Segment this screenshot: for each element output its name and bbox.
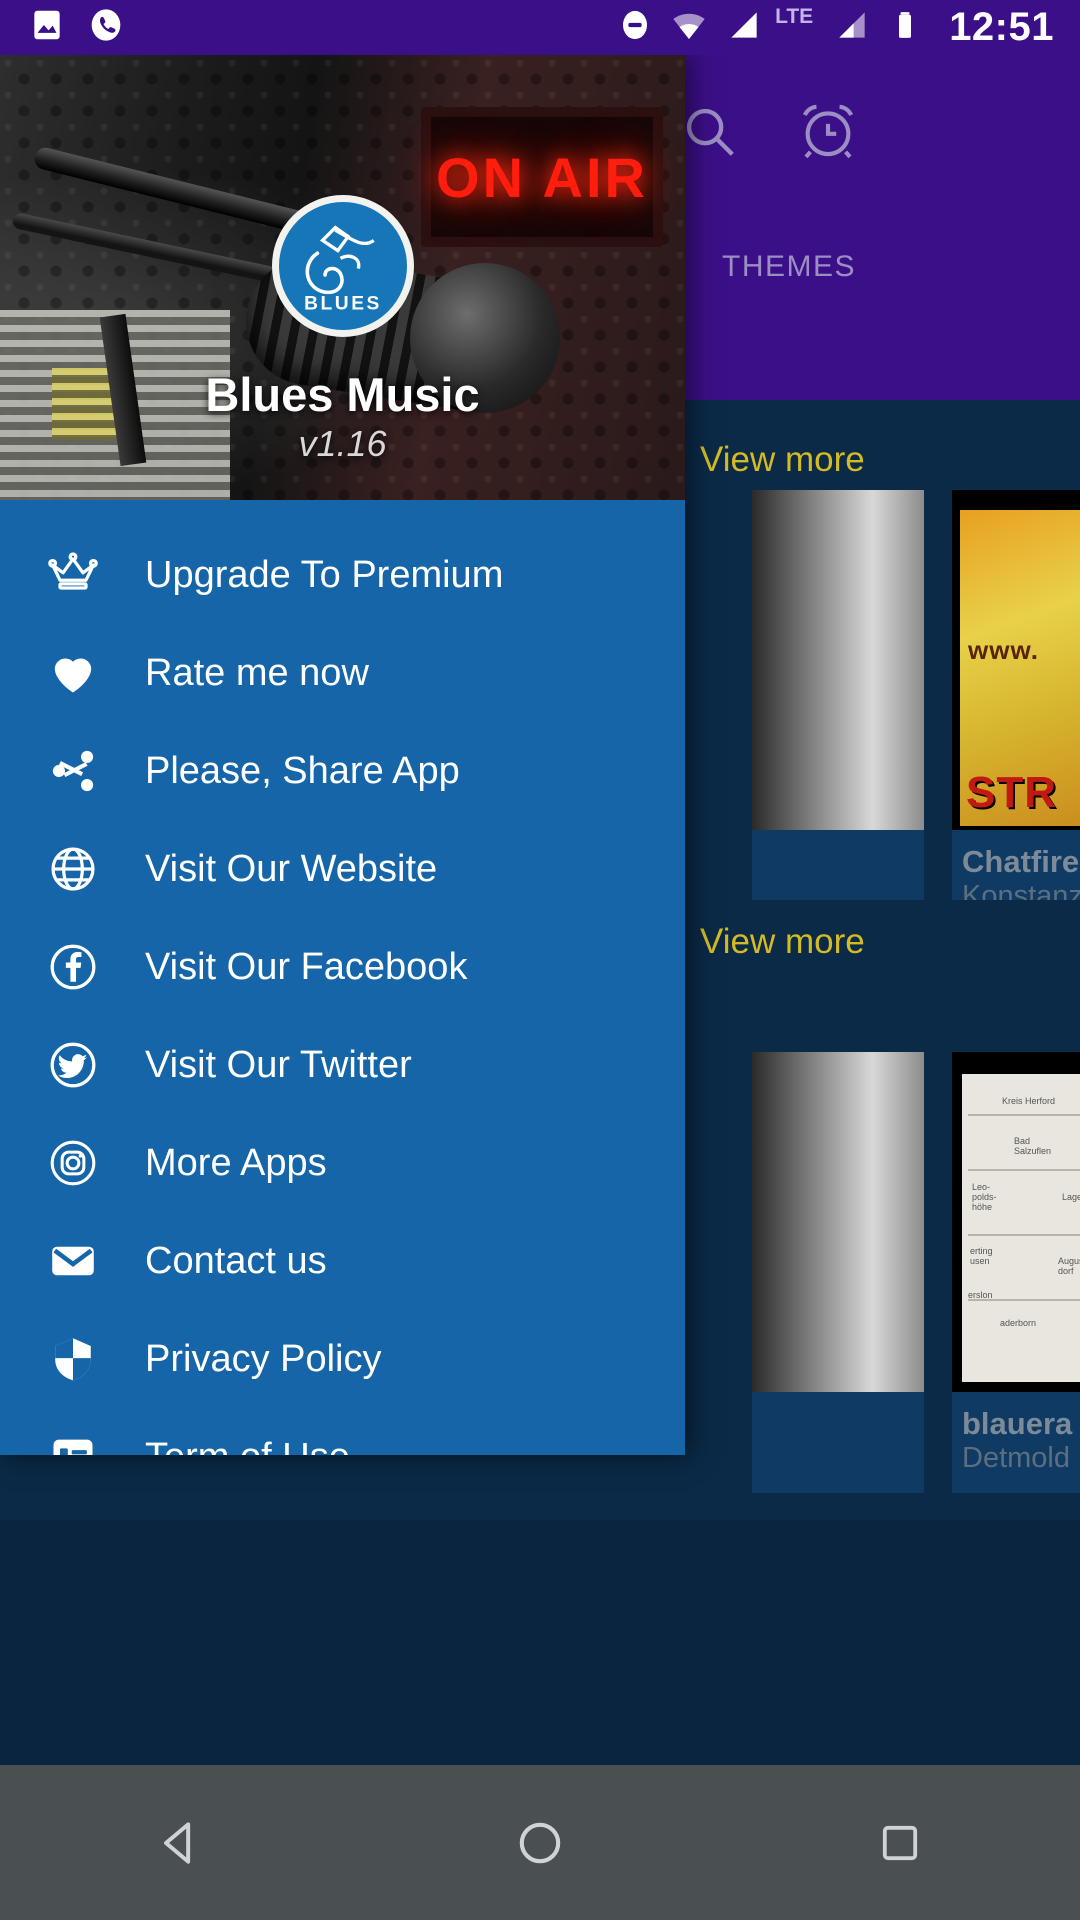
- status-bar-system-icons: LTE 12:51: [617, 5, 1080, 50]
- card-art-text-top: www.: [968, 635, 1039, 665]
- menu-item-label: Rate me now: [145, 651, 369, 694]
- menu-item-privacy-policy[interactable]: Privacy Policy: [0, 1310, 685, 1408]
- image-icon: [28, 6, 66, 49]
- signal-icon-2: [833, 6, 871, 49]
- navigation-drawer: ON AIR BLUES Blues Music v1.16 Upgrade T…: [0, 55, 685, 1455]
- menu-item-label: Term of Use: [145, 1436, 350, 1456]
- search-icon[interactable]: [678, 100, 740, 162]
- list-document-icon: [0, 1431, 145, 1455]
- menu-item-label: More Apps: [145, 1141, 327, 1184]
- heart-icon: [0, 647, 145, 699]
- card-art-yellow: www. STR: [960, 510, 1080, 826]
- card-meta: [752, 830, 924, 862]
- menu-item-more-apps[interactable]: More Apps: [0, 1114, 685, 1212]
- menu-item-label: Privacy Policy: [145, 1337, 382, 1380]
- home-button[interactable]: [360, 1817, 720, 1869]
- status-bar-notifications: [0, 5, 126, 50]
- card-art-map: Kreis Herford Bad Salzuflen Leo-polds-höh…: [962, 1074, 1080, 1382]
- svg-text:BLUES: BLUES: [304, 294, 382, 315]
- app-version: v1.16: [298, 423, 387, 464]
- back-button[interactable]: [0, 1815, 360, 1871]
- station-card[interactable]: [752, 490, 924, 931]
- card-meta: [752, 1392, 924, 1424]
- card-thumbnail: Kreis Herford Bad Salzuflen Leo-polds-höh…: [952, 1052, 1080, 1392]
- status-bar: LTE 12:51: [0, 0, 1080, 55]
- station-card[interactable]: [752, 1052, 924, 1493]
- drawer-menu: Upgrade To Premium Rate me now Please, S…: [0, 500, 685, 1455]
- card-row-1: www. STR Chatfire Konstanz: [752, 490, 1080, 931]
- station-card[interactable]: Kreis Herford Bad Salzuflen Leo-polds-höh…: [952, 1052, 1080, 1493]
- instagram-icon: [0, 1137, 145, 1189]
- android-navigation-bar: [0, 1765, 1080, 1920]
- view-more-link-2[interactable]: View more: [700, 922, 865, 961]
- app-title: Blues Music: [205, 368, 480, 421]
- menu-item-label: Visit Our Twitter: [145, 1043, 412, 1086]
- signal-icon: [725, 6, 763, 49]
- card-art-text-bottom: STR: [966, 768, 1057, 817]
- menu-item-label: Please, Share App: [145, 749, 460, 792]
- menu-item-term-of-use[interactable]: Term of Use: [0, 1408, 685, 1455]
- menu-item-share-app[interactable]: Please, Share App: [0, 722, 685, 820]
- battery-icon: [887, 7, 923, 48]
- card-art-gray: [752, 1052, 924, 1392]
- menu-item-label: Visit Our Website: [145, 847, 438, 890]
- menu-item-label: Upgrade To Premium: [145, 553, 504, 596]
- alarm-clock-icon[interactable]: [795, 98, 861, 164]
- shield-icon: [0, 1333, 145, 1385]
- app-logo: BLUES: [271, 195, 414, 337]
- network-type-label: LTE: [775, 4, 814, 28]
- crown-icon: [0, 549, 145, 601]
- menu-item-rate-me-now[interactable]: Rate me now: [0, 624, 685, 722]
- do-not-disturb-icon: [617, 7, 653, 48]
- wifi-icon: [669, 5, 709, 50]
- card-thumbnail: [752, 490, 924, 830]
- card-title: Chatfire: [962, 844, 1080, 879]
- status-bar-clock: 12:51: [949, 5, 1054, 49]
- menu-item-label: Contact us: [145, 1239, 327, 1282]
- menu-item-upgrade-to-premium[interactable]: Upgrade To Premium: [0, 526, 685, 624]
- facebook-icon: [0, 941, 145, 993]
- menu-item-visit-facebook[interactable]: Visit Our Facebook: [0, 918, 685, 1016]
- menu-item-label: Visit Our Facebook: [145, 945, 468, 988]
- station-card[interactable]: www. STR Chatfire Konstanz: [952, 490, 1080, 931]
- card-thumbnail: www. STR: [952, 490, 1080, 830]
- recents-button[interactable]: [720, 1819, 1080, 1867]
- menu-item-visit-website[interactable]: Visit Our Website: [0, 820, 685, 918]
- envelope-icon: [0, 1235, 145, 1287]
- card-title: blauera: [962, 1406, 1073, 1441]
- twitter-icon: [0, 1039, 145, 1091]
- card-subtitle: Detmold: [962, 1442, 1070, 1474]
- menu-item-visit-twitter[interactable]: Visit Our Twitter: [0, 1016, 685, 1114]
- view-more-link-1[interactable]: View more: [700, 440, 865, 479]
- share-icon: [0, 745, 145, 797]
- card-art-gray: [752, 490, 924, 830]
- globe-icon: [0, 843, 145, 895]
- card-thumbnail: [752, 1052, 924, 1392]
- card-meta: blauera Detmold: [952, 1392, 1080, 1493]
- phone-call-icon: [86, 5, 126, 50]
- menu-item-contact-us[interactable]: Contact us: [0, 1212, 685, 1310]
- drawer-header: ON AIR BLUES Blues Music v1.16: [0, 55, 685, 500]
- card-row-2: Kreis Herford Bad Salzuflen Leo-polds-höh…: [752, 1052, 1080, 1493]
